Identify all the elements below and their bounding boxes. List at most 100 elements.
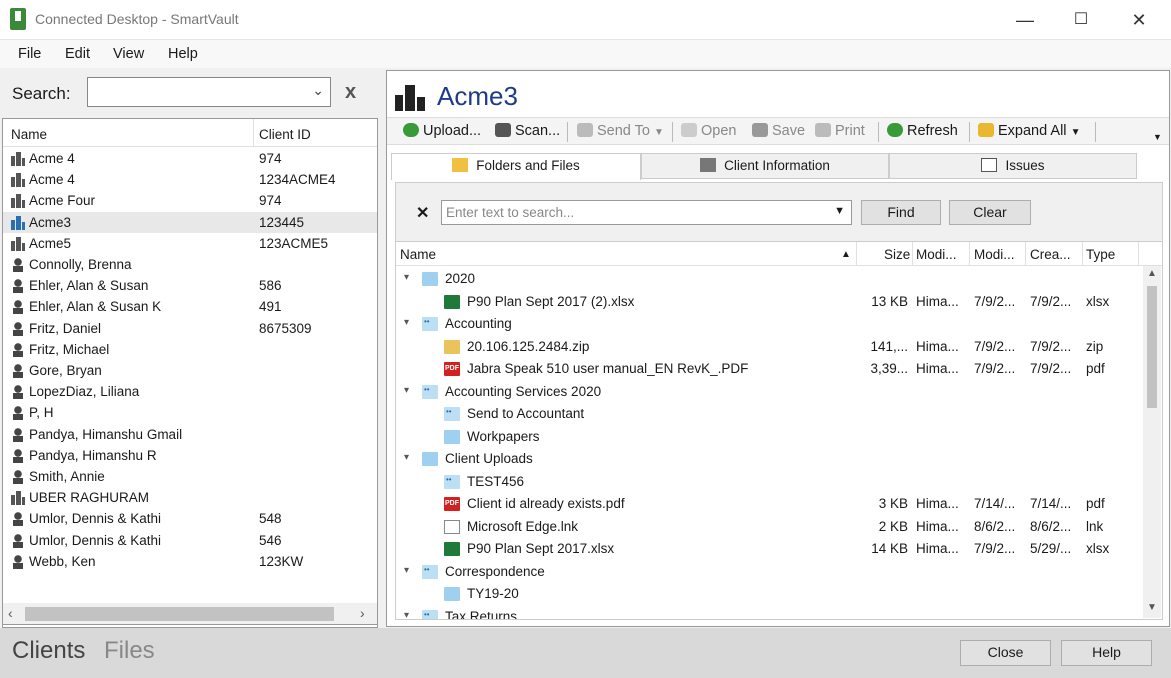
file-row[interactable]: PDF Client id already exists.pdf 3 KB Hima.…: [396, 493, 1140, 515]
column-header-type[interactable]: Type: [1086, 247, 1115, 262]
menu-help[interactable]: Help: [168, 46, 198, 62]
client-name: Webb, Ken: [29, 553, 96, 569]
file-row[interactable]: P90 Plan Sept 2017.xlsx 14 KB Hima... 7/9/2…: [396, 538, 1140, 560]
tab-issues[interactable]: Issues: [889, 153, 1137, 179]
client-info-icon: [700, 158, 717, 172]
vertical-scrollbar[interactable]: ▲ ▼: [1143, 266, 1161, 618]
upload-button[interactable]: Upload...: [403, 123, 481, 139]
find-button[interactable]: Find: [861, 200, 941, 225]
close-icon[interactable]: ✕: [416, 203, 429, 223]
scrollbar-thumb[interactable]: [25, 607, 334, 621]
folder-row[interactable]: ▾ Accounting Services 2020: [396, 381, 1140, 403]
toolbar-overflow-icon[interactable]: ▼: [1153, 132, 1162, 142]
column-header-modified-by[interactable]: Modi...: [916, 247, 957, 262]
chevron-down-icon[interactable]: ⌄: [312, 82, 324, 99]
print-icon: [815, 123, 831, 137]
file-search-input[interactable]: Enter text to search... ▼: [441, 200, 852, 225]
client-row[interactable]: LopezDiaz, Liliana: [3, 381, 377, 402]
tab-files[interactable]: Files: [104, 637, 155, 665]
client-row[interactable]: Acme Four 974: [3, 190, 377, 211]
scan-button[interactable]: Scan...: [495, 123, 560, 139]
client-row[interactable]: Fritz, Michael: [3, 339, 377, 360]
folder-row[interactable]: ▾ Client Uploads: [396, 448, 1140, 470]
folder-row[interactable]: ▾ Accounting: [396, 313, 1140, 335]
client-row[interactable]: Ehler, Alan & Susan K 491: [3, 296, 377, 317]
folder-row[interactable]: ▾ Tax Returns: [396, 606, 1140, 620]
column-header-client-id[interactable]: Client ID: [259, 127, 311, 142]
send-to-button[interactable]: Send To ▼: [577, 123, 664, 139]
client-row[interactable]: Gore, Bryan: [3, 360, 377, 381]
menu-edit[interactable]: Edit: [65, 46, 90, 62]
save-button[interactable]: Save: [752, 123, 805, 139]
modified-by: Hima...: [916, 541, 959, 556]
expand-toggle-icon[interactable]: ▾: [404, 452, 409, 463]
client-search-input[interactable]: ⌄: [87, 77, 331, 107]
detail-tabs: Folders and Files Client Information Iss…: [391, 153, 1167, 180]
client-row[interactable]: Smith, Annie: [3, 466, 377, 487]
client-row[interactable]: Umlor, Dennis & Kathi 548: [3, 508, 377, 529]
file-row[interactable]: PDF Jabra Speak 510 user manual_EN RevK_.…: [396, 358, 1140, 380]
client-row[interactable]: Umlor, Dennis & Kathi 546: [3, 530, 377, 551]
client-row[interactable]: Webb, Ken 123KW: [3, 551, 377, 572]
column-header-name[interactable]: Name: [400, 247, 436, 262]
client-row[interactable]: Fritz, Daniel 8675309: [3, 318, 377, 339]
refresh-button[interactable]: Refresh: [887, 123, 958, 139]
client-row[interactable]: P, H: [3, 402, 377, 423]
file-size: 141,...: [870, 338, 908, 354]
scroll-right-icon[interactable]: ›: [360, 605, 365, 621]
client-row[interactable]: Acme 4 1234ACME4: [3, 169, 377, 190]
expand-toggle-icon[interactable]: ▾: [404, 317, 409, 328]
minimize-button[interactable]: —: [1002, 6, 1048, 34]
client-row[interactable]: Acme3 123445: [3, 211, 377, 233]
client-row[interactable]: Acme 4 974: [3, 148, 377, 169]
client-id: 548: [259, 511, 282, 527]
clear-search-button[interactable]: x: [345, 81, 356, 104]
folder-row[interactable]: Send to Accountant: [396, 403, 1140, 425]
folder-row[interactable]: Workpapers: [396, 426, 1140, 448]
client-row[interactable]: UBER RAGHURAM: [3, 487, 377, 508]
close-button[interactable]: Close: [960, 640, 1051, 666]
column-header-modified[interactable]: Modi...: [974, 247, 1015, 262]
maximize-button[interactable]: ☐: [1058, 6, 1104, 34]
client-row[interactable]: Ehler, Alan & Susan 586: [3, 275, 377, 296]
column-header-size[interactable]: Size: [884, 247, 910, 262]
file-row[interactable]: 20.106.125.2484.zip 141,... Hima... 7/9/2..…: [396, 336, 1140, 358]
column-header-name[interactable]: Name: [11, 127, 47, 142]
expand-toggle-icon[interactable]: ▾: [404, 565, 409, 576]
expand-toggle-icon[interactable]: ▾: [404, 385, 409, 396]
scroll-down-icon[interactable]: ▼: [1147, 602, 1157, 613]
expand-toggle-icon[interactable]: ▾: [404, 272, 409, 283]
chevron-down-icon[interactable]: ▼: [834, 205, 845, 217]
menu-bar: File Edit View Help: [0, 40, 1171, 68]
close-window-button[interactable]: ✕: [1116, 6, 1162, 34]
scroll-up-icon[interactable]: ▲: [1147, 268, 1157, 279]
folder-row[interactable]: TY19-20: [396, 583, 1140, 605]
folder-row[interactable]: ▾ 2020: [396, 268, 1140, 290]
client-row[interactable]: Pandya, Himanshu R: [3, 445, 377, 466]
print-button[interactable]: Print: [815, 123, 865, 139]
client-row[interactable]: Pandya, Himanshu Gmail: [3, 424, 377, 445]
scroll-left-icon[interactable]: ‹: [8, 605, 13, 621]
column-header-created[interactable]: Crea...: [1030, 247, 1071, 262]
client-row[interactable]: Acme5 123ACME5: [3, 233, 377, 254]
client-row[interactable]: Connolly, Brenna: [3, 254, 377, 275]
tab-clients[interactable]: Clients: [12, 637, 85, 665]
open-button[interactable]: Open: [681, 123, 736, 139]
scrollbar-thumb[interactable]: [1147, 286, 1157, 408]
help-button[interactable]: Help: [1061, 640, 1152, 666]
folder-row[interactable]: TEST456: [396, 471, 1140, 493]
clear-button[interactable]: Clear: [949, 200, 1031, 225]
file-row[interactable]: P90 Plan Sept 2017 (2).xlsx 13 KB Hima... 7…: [396, 291, 1140, 313]
tab-folders-and-files[interactable]: Folders and Files: [391, 153, 641, 180]
open-icon: [681, 123, 697, 137]
client-id: 546: [259, 532, 282, 548]
expand-all-button[interactable]: Expand All ▼: [978, 123, 1080, 139]
client-list: Name Client ID Acme 4 974 Acme 4 1234ACME4 A…: [2, 118, 378, 628]
file-row[interactable]: Microsoft Edge.lnk 2 KB Hima... 8/6/2... 8/6…: [396, 516, 1140, 538]
horizontal-scrollbar[interactable]: ‹ ›: [2, 603, 378, 625]
expand-toggle-icon[interactable]: ▾: [404, 610, 409, 620]
folder-row[interactable]: ▾ Correspondence: [396, 561, 1140, 583]
tab-client-information[interactable]: Client Information: [641, 153, 889, 179]
menu-file[interactable]: File: [18, 46, 41, 62]
menu-view[interactable]: View: [113, 46, 144, 62]
